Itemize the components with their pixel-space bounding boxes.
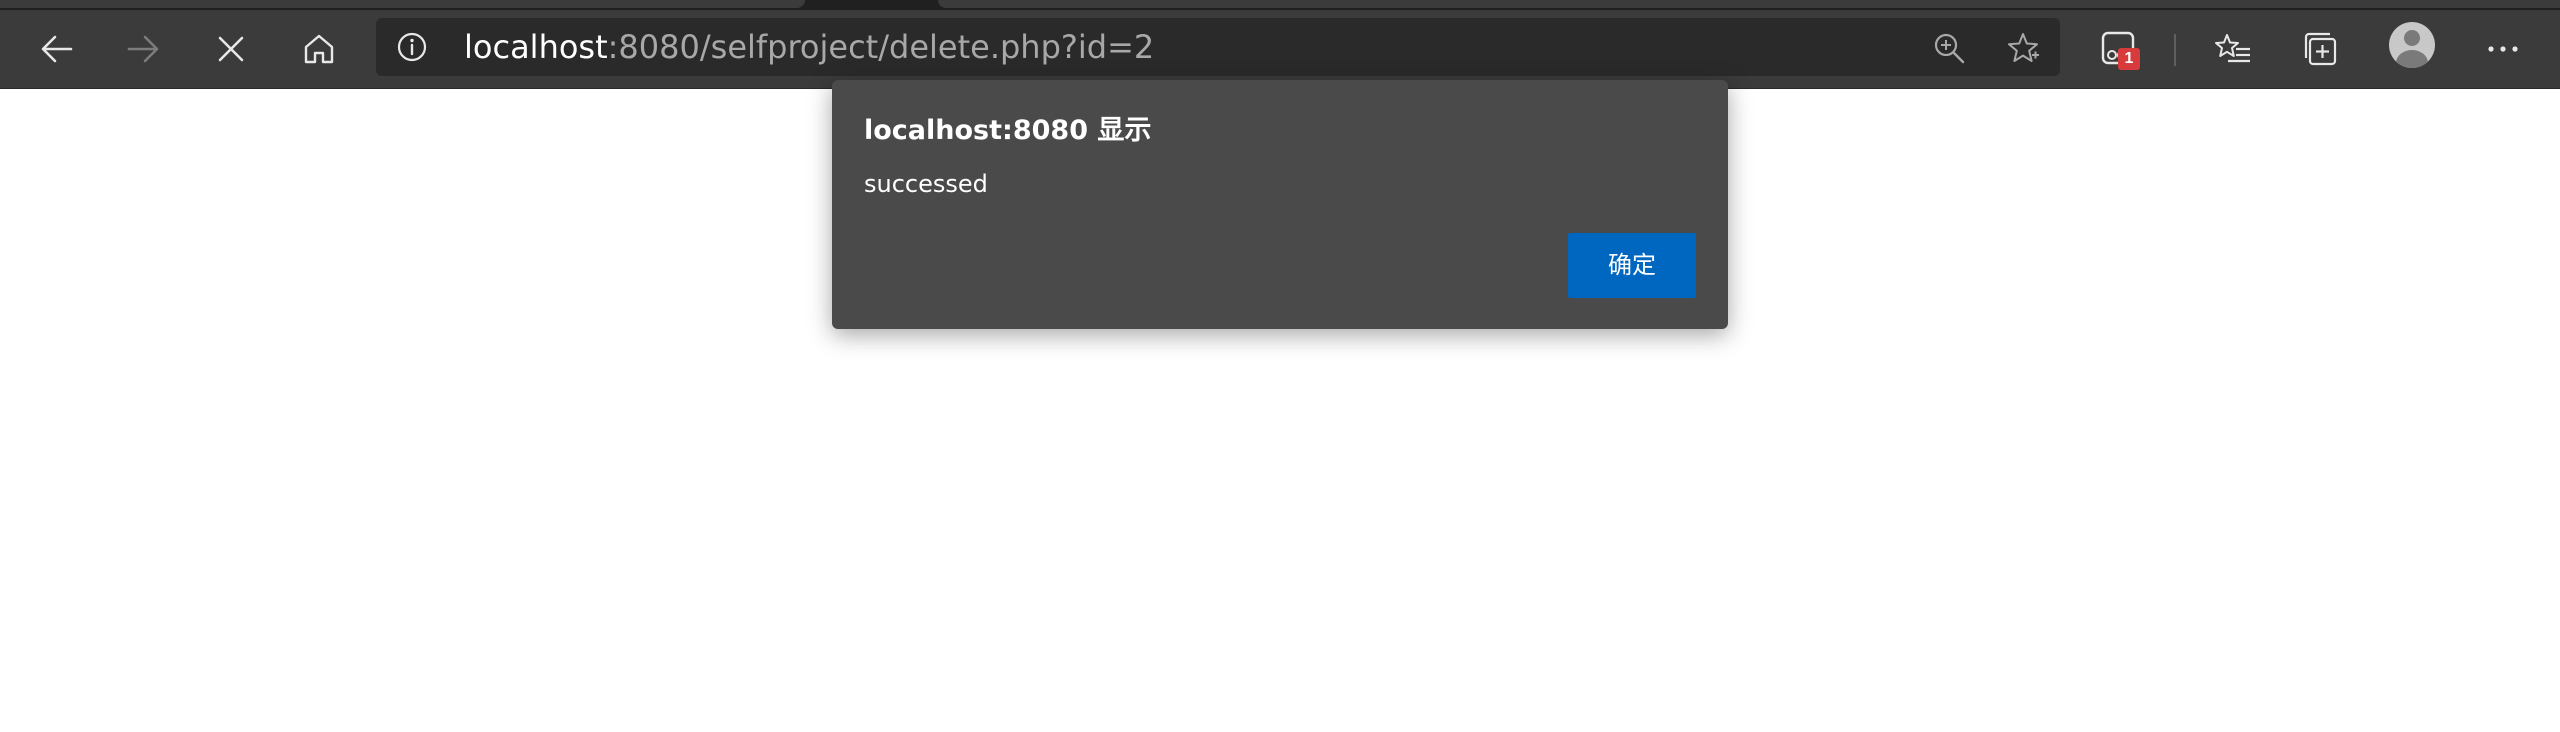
info-icon[interactable] bbox=[396, 31, 428, 63]
more-button[interactable] bbox=[2474, 20, 2532, 78]
extension-badge: 1 bbox=[2118, 48, 2140, 70]
avatar-head-shape bbox=[2404, 30, 2420, 46]
address-bar[interactable]: localhost:8080/selfproject/delete.php?id… bbox=[376, 18, 2060, 76]
browser-toolbar: localhost:8080/selfproject/delete.php?id… bbox=[0, 10, 2560, 89]
arrow-left-icon bbox=[40, 32, 74, 66]
close-icon bbox=[217, 35, 245, 63]
zoom-in-icon[interactable] bbox=[1932, 31, 1966, 65]
avatar[interactable] bbox=[2389, 22, 2435, 68]
collections-icon bbox=[2302, 31, 2338, 67]
dialog-message: successed bbox=[864, 170, 988, 198]
url-path: :8080/selfproject/delete.php?id=2 bbox=[607, 28, 1155, 66]
star-icon[interactable] bbox=[2006, 31, 2040, 65]
tab-inactive-right[interactable] bbox=[938, 0, 2560, 8]
back-button[interactable] bbox=[28, 20, 86, 78]
forward-button[interactable] bbox=[114, 20, 172, 78]
tab-strip bbox=[0, 0, 2560, 10]
alert-dialog: localhost:8080 显示 successed 确定 bbox=[832, 80, 1728, 329]
favorites-button[interactable] bbox=[2204, 20, 2262, 78]
favorites-list-icon bbox=[2214, 32, 2252, 66]
url-host: localhost bbox=[464, 28, 608, 66]
home-button[interactable] bbox=[290, 20, 348, 78]
more-icon bbox=[2486, 44, 2520, 54]
collections-button[interactable] bbox=[2291, 20, 2349, 78]
tab-inactive-left[interactable] bbox=[0, 0, 805, 8]
avatar-body-shape bbox=[2396, 50, 2428, 68]
arrow-right-icon bbox=[126, 32, 160, 66]
toolbar-divider bbox=[2174, 34, 2176, 66]
home-icon bbox=[302, 32, 336, 66]
ok-button[interactable]: 确定 bbox=[1568, 233, 1696, 298]
url-text[interactable]: localhost:8080/selfproject/delete.php?id… bbox=[464, 18, 1154, 76]
dialog-title: localhost:8080 显示 bbox=[864, 115, 1152, 146]
stop-button[interactable] bbox=[202, 20, 260, 78]
